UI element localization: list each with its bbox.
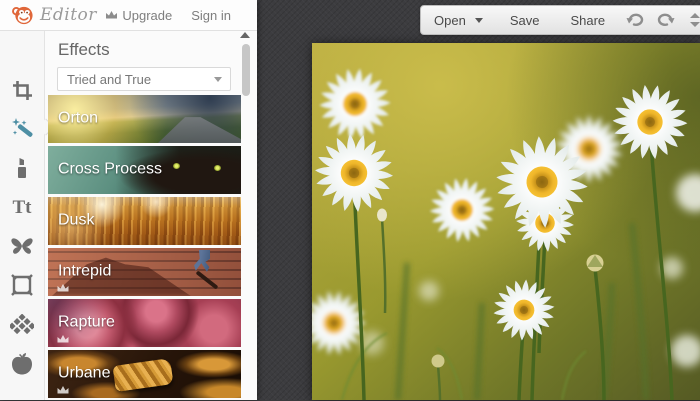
lattice-icon xyxy=(10,314,34,334)
monkey-icon xyxy=(12,6,33,24)
signin-button[interactable]: Sign in xyxy=(191,8,231,23)
effect-item-rapture[interactable]: Rapture xyxy=(48,299,241,347)
sidebar-item-frames[interactable] xyxy=(10,274,34,296)
panel-scrollbar[interactable] xyxy=(242,44,250,96)
share-button[interactable]: Share xyxy=(570,13,605,28)
sidebar-item-overlays[interactable] xyxy=(10,235,34,257)
effects-category-dropdown[interactable]: Tried and True xyxy=(57,67,231,91)
effect-item-dusk[interactable]: Dusk xyxy=(48,197,241,245)
sidebar-item-crop[interactable] xyxy=(10,79,34,101)
butterfly-icon xyxy=(11,238,33,254)
redo-icon[interactable] xyxy=(656,12,676,28)
collapse-icon[interactable] xyxy=(687,12,700,28)
canvas-toolbar: Open Save Share xyxy=(420,5,700,35)
effect-label: Dusk xyxy=(58,211,95,229)
effect-item-orton[interactable]: Orton xyxy=(48,95,241,143)
crop-icon xyxy=(12,80,32,100)
thumb-art xyxy=(112,358,174,393)
crown-icon xyxy=(106,11,118,19)
apple-icon xyxy=(12,352,32,374)
app-logo[interactable]: Editor xyxy=(11,4,97,27)
tool-sidebar: Tt xyxy=(0,31,45,400)
daisy-photo-illustration xyxy=(312,43,700,400)
sidebar-item-themes[interactable] xyxy=(10,352,34,374)
thumb-art xyxy=(195,270,219,290)
thumb-art xyxy=(173,163,181,170)
effect-label: Cross Process xyxy=(58,160,163,178)
premium-crown-icon xyxy=(57,284,69,292)
frame-icon xyxy=(11,274,33,296)
brand-title: Editor xyxy=(40,5,97,25)
premium-crown-icon xyxy=(57,335,69,343)
save-button[interactable]: Save xyxy=(510,13,540,28)
thumb-art xyxy=(213,165,221,172)
sidebar-item-effects[interactable] xyxy=(10,118,34,140)
effect-item-cross-process[interactable]: Cross Process xyxy=(48,146,241,194)
editing-canvas-photo[interactable] xyxy=(312,43,700,400)
effect-item-intrepid[interactable]: Intrepid xyxy=(48,248,241,296)
effect-label: Orton xyxy=(58,109,99,127)
dropdown-caret-icon xyxy=(214,76,222,82)
undo-icon[interactable] xyxy=(625,12,645,28)
dropdown-value: Tried and True xyxy=(67,71,152,87)
lipstick-icon xyxy=(18,158,26,178)
effects-list: Orton Cross Process Dusk Intrepid Raptur… xyxy=(48,95,241,401)
panel-title: Effects xyxy=(58,40,110,59)
effect-label: Rapture xyxy=(58,313,115,331)
scroll-up-arrow[interactable] xyxy=(240,32,250,38)
upgrade-label: Upgrade xyxy=(122,7,173,23)
effects-panel: Effects Tried and True Orton Cross Proce… xyxy=(37,31,257,401)
text-icon: Tt xyxy=(12,196,32,218)
effect-item-urbane[interactable]: Urbane xyxy=(48,350,241,398)
sidebar-item-textures[interactable] xyxy=(10,313,34,335)
effect-label: Intrepid xyxy=(58,262,112,280)
sidebar-item-touchup[interactable] xyxy=(10,157,34,179)
upgrade-button[interactable]: Upgrade xyxy=(105,8,172,23)
app-header: Editor Upgrade Sign in xyxy=(0,0,257,31)
thumb-art xyxy=(194,249,211,272)
open-button[interactable]: Open xyxy=(434,13,466,28)
open-dropdown-caret-icon[interactable] xyxy=(474,17,483,23)
left-panel: Editor Upgrade Sign in Tt Effects Tried … xyxy=(0,0,257,400)
effect-label: Urbane xyxy=(58,364,111,382)
premium-crown-icon xyxy=(57,386,69,394)
magic-wand-icon xyxy=(12,118,33,137)
sidebar-item-text[interactable]: Tt xyxy=(10,196,34,218)
